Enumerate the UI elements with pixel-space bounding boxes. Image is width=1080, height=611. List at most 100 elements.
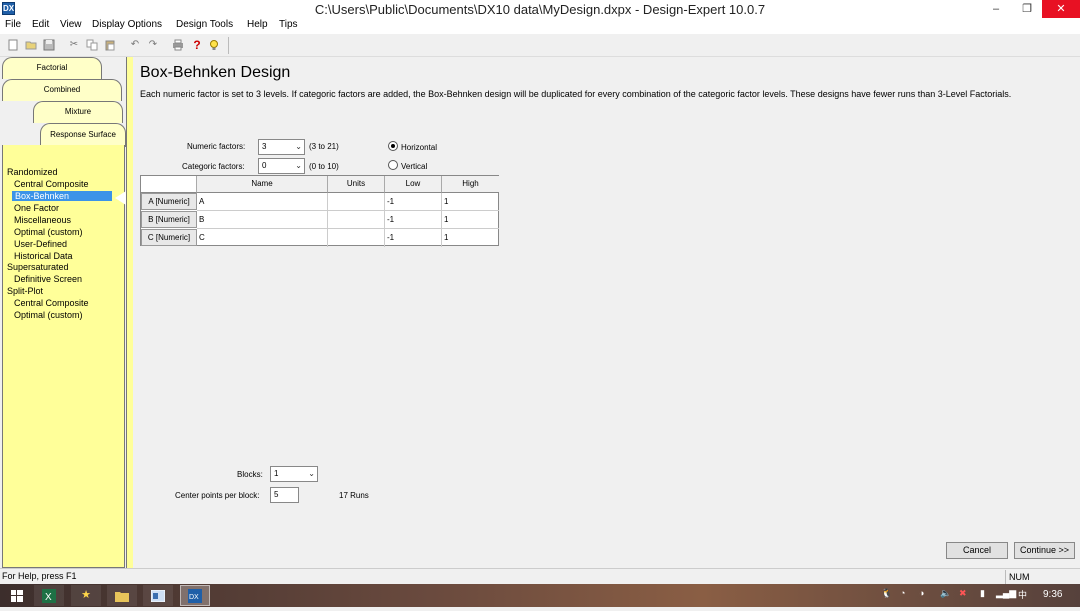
print-icon[interactable] [172, 39, 184, 51]
cell-low-b[interactable]: -1 [385, 211, 442, 229]
center-points-input[interactable]: 5 [270, 487, 299, 503]
cell-units-a[interactable] [328, 193, 385, 211]
save-icon[interactable] [43, 39, 55, 51]
tab-factorial[interactable]: Factorial [2, 57, 102, 79]
vertical-label: Vertical [401, 162, 428, 171]
paste-icon[interactable] [104, 39, 116, 51]
cell-units-b[interactable] [328, 211, 385, 229]
redo-icon[interactable]: ↷ [147, 39, 159, 51]
menu-design-tools[interactable]: Design Tools [176, 19, 233, 30]
tree-item-historical-data[interactable]: Historical Data [14, 251, 73, 261]
categoric-factors-select[interactable]: 0 ⌄ [258, 158, 305, 174]
menu-file[interactable]: File [5, 19, 21, 30]
tree-item-central-composite[interactable]: Central Composite [14, 179, 89, 189]
undo-icon[interactable]: ↶ [129, 39, 141, 51]
close-button[interactable]: ✕ [1042, 0, 1080, 18]
categoric-factors-value: 0 [262, 161, 267, 170]
header-high: High [442, 176, 499, 193]
tree-item-one-factor[interactable]: One Factor [14, 203, 59, 213]
blocks-value: 1 [274, 469, 279, 478]
cell-low-c[interactable]: -1 [385, 229, 442, 247]
tree-item-miscellaneous[interactable]: Miscellaneous [14, 215, 71, 225]
numeric-factors-label: Numeric factors: [187, 142, 246, 151]
tab-mixture[interactable]: Mixture [33, 101, 123, 123]
menu-help[interactable]: Help [247, 19, 268, 30]
tree-item-definitive-screen[interactable]: Definitive Screen [14, 274, 82, 284]
factor-grid: Name Units Low High A [Numeric] A -1 1 B… [140, 175, 499, 247]
tree-item-optimal-custom[interactable]: Optimal (custom) [14, 227, 83, 237]
numeric-factors-value: 3 [262, 142, 267, 151]
svg-text:DX: DX [189, 594, 199, 601]
blocks-select[interactable]: 1 ⌄ [270, 466, 318, 482]
selection-pointer [115, 191, 126, 205]
windows-start-icon[interactable] [2, 585, 32, 606]
categoric-factors-label: Categoric factors: [182, 162, 245, 171]
cell-high-a[interactable]: 1 [442, 193, 499, 211]
network-error-icon[interactable]: ✖ [959, 588, 967, 599]
design-tree: Randomized Central Composite Box-Behnken… [2, 145, 125, 568]
cell-high-b[interactable]: 1 [442, 211, 499, 229]
tree-group-randomized[interactable]: Randomized [7, 167, 58, 177]
tab-combined[interactable]: Combined [2, 79, 122, 101]
window-taskbar-icon[interactable] [143, 585, 173, 606]
tree-item-box-behnken[interactable]: Box-Behnken [12, 191, 112, 201]
volume-icon[interactable]: 🔈 [940, 588, 951, 599]
continue-button[interactable]: Continue >> [1014, 542, 1075, 559]
new-icon[interactable] [7, 39, 19, 51]
grid-corner [141, 176, 197, 193]
cut-icon[interactable]: ✂ [68, 39, 80, 51]
blocks-label: Blocks: [237, 470, 263, 479]
signal-icon[interactable]: ▂▄▆ [996, 588, 1016, 599]
header-name: Name [197, 176, 328, 193]
menu-edit[interactable]: Edit [32, 19, 49, 30]
tree-item-user-defined[interactable]: User-Defined [14, 239, 67, 249]
row-header-a[interactable]: A [Numeric] [141, 193, 197, 210]
qq-tray-icon[interactable]: 🐧 [881, 588, 892, 599]
minimize-button[interactable]: – [981, 0, 1011, 18]
restore-button[interactable]: ❐ [1012, 0, 1042, 18]
tray-icon-2[interactable]: ◔ [900, 588, 905, 598]
menu-view[interactable]: View [60, 19, 82, 30]
runs-count: 17 Runs [339, 491, 369, 500]
cell-low-a[interactable]: -1 [385, 193, 442, 211]
numeric-factors-range: (3 to 21) [309, 142, 339, 151]
menu-bar: File Edit View Display Options Design To… [0, 18, 1080, 34]
horizontal-radio[interactable] [388, 141, 398, 151]
toolbar: ✂ ↶ ↷ ? [0, 34, 1080, 57]
copy-icon[interactable] [86, 39, 98, 51]
tray-icon-3[interactable]: ◑ [919, 588, 924, 598]
clock[interactable]: 9:36 [1043, 589, 1062, 600]
tree-group-supersaturated[interactable]: Supersaturated [7, 262, 69, 272]
help-icon[interactable]: ? [191, 39, 203, 51]
title-bar: DX C:\Users\Public\Documents\DX10 data\M… [0, 0, 1080, 18]
cell-name-c[interactable]: C [197, 229, 328, 247]
tab-response-surface[interactable]: Response Surface [40, 123, 126, 147]
open-icon[interactable] [25, 39, 37, 51]
row-header-b[interactable]: B [Numeric] [141, 211, 197, 228]
cancel-button[interactable]: Cancel [946, 542, 1008, 559]
categoric-factors-range: (0 to 10) [309, 162, 339, 171]
battery-icon[interactable]: ▮ [980, 588, 985, 599]
ime-indicator[interactable]: 中 [1018, 588, 1027, 601]
menu-tips[interactable]: Tips [279, 19, 298, 30]
cell-name-a[interactable]: A [197, 193, 328, 211]
svg-text:X: X [45, 592, 52, 603]
header-units: Units [328, 176, 385, 193]
vertical-radio[interactable] [388, 160, 398, 170]
center-points-label: Center points per block: [175, 491, 260, 500]
tree-item-sp-optimal-custom[interactable]: Optimal (custom) [14, 310, 83, 320]
numeric-factors-select[interactable]: 3 ⌄ [258, 139, 305, 155]
cell-units-c[interactable] [328, 229, 385, 247]
tip-icon[interactable] [208, 39, 220, 51]
cell-high-c[interactable]: 1 [442, 229, 499, 247]
tree-group-split-plot[interactable]: Split-Plot [7, 286, 43, 296]
chevron-down-icon: ⌄ [295, 142, 302, 151]
folder-taskbar-icon[interactable] [107, 585, 137, 606]
excel-taskbar-icon[interactable]: X [34, 585, 64, 606]
star-taskbar-icon[interactable]: ★ [71, 585, 101, 606]
row-header-c[interactable]: C [Numeric] [141, 229, 197, 246]
design-expert-taskbar-icon[interactable]: DX [180, 585, 210, 606]
cell-name-b[interactable]: B [197, 211, 328, 229]
menu-display-options[interactable]: Display Options [92, 19, 162, 30]
tree-item-sp-central-composite[interactable]: Central Composite [14, 298, 89, 308]
